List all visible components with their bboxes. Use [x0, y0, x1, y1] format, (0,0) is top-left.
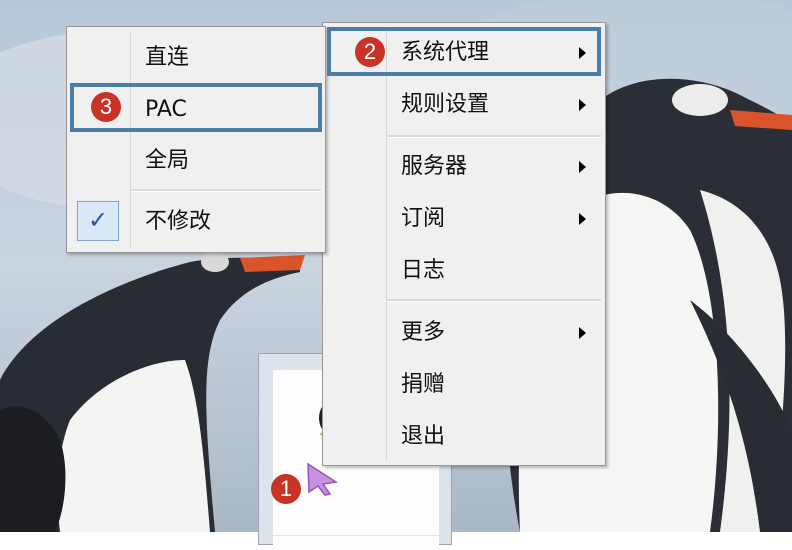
- menu-item-label: 更多: [401, 320, 446, 345]
- system-proxy-submenu: 直连 PAC 全局 ✓ 不修改: [66, 26, 326, 253]
- menu-separator: [131, 189, 321, 192]
- submenu-item-label: 直连: [145, 45, 190, 70]
- step-badge-2: 2: [355, 37, 385, 67]
- submenu-item-direct[interactable]: 直连: [67, 31, 325, 83]
- submenu-arrow-icon: [579, 99, 586, 111]
- menu-item-label: 退出: [401, 424, 446, 449]
- menu-separator: [387, 135, 601, 138]
- menu-item-label: 日志: [401, 258, 446, 283]
- menu-item-log[interactable]: 日志: [323, 245, 605, 297]
- submenu-arrow-icon: [579, 161, 586, 173]
- menu-separator: [387, 299, 601, 302]
- submenu-arrow-icon: [579, 213, 586, 225]
- menu-item-donate[interactable]: 捐赠: [323, 359, 605, 411]
- menu-item-subscription[interactable]: 订阅: [323, 193, 605, 245]
- submenu-item-no-change[interactable]: ✓ 不修改: [67, 195, 325, 247]
- tray-context-menu: 系统代理 规则设置 服务器 订阅 日志 更多 捐赠 退出: [322, 22, 606, 466]
- submenu-item-global[interactable]: 全局: [67, 135, 325, 187]
- submenu-item-label: 不修改: [145, 209, 212, 234]
- tray-divider: [273, 535, 439, 536]
- arrow-cursor-icon: [307, 462, 339, 496]
- submenu-arrow-icon: [579, 327, 586, 339]
- menu-item-more[interactable]: 更多: [323, 307, 605, 359]
- menu-item-servers[interactable]: 服务器: [323, 141, 605, 193]
- step-badge-3: 3: [91, 92, 121, 122]
- menu-item-label: 服务器: [401, 154, 468, 179]
- menu-item-label: 规则设置: [401, 92, 490, 117]
- menu-item-label: 订阅: [401, 206, 446, 231]
- checkmark-icon: ✓: [87, 206, 109, 234]
- menu-item-rule-settings[interactable]: 规则设置: [323, 79, 605, 131]
- step-badge-1: 1: [271, 474, 301, 504]
- menu-item-label: 捐赠: [401, 372, 446, 397]
- checkmark-box: ✓: [77, 201, 119, 241]
- menu-item-exit[interactable]: 退出: [323, 411, 605, 463]
- submenu-item-label: 全局: [145, 148, 190, 173]
